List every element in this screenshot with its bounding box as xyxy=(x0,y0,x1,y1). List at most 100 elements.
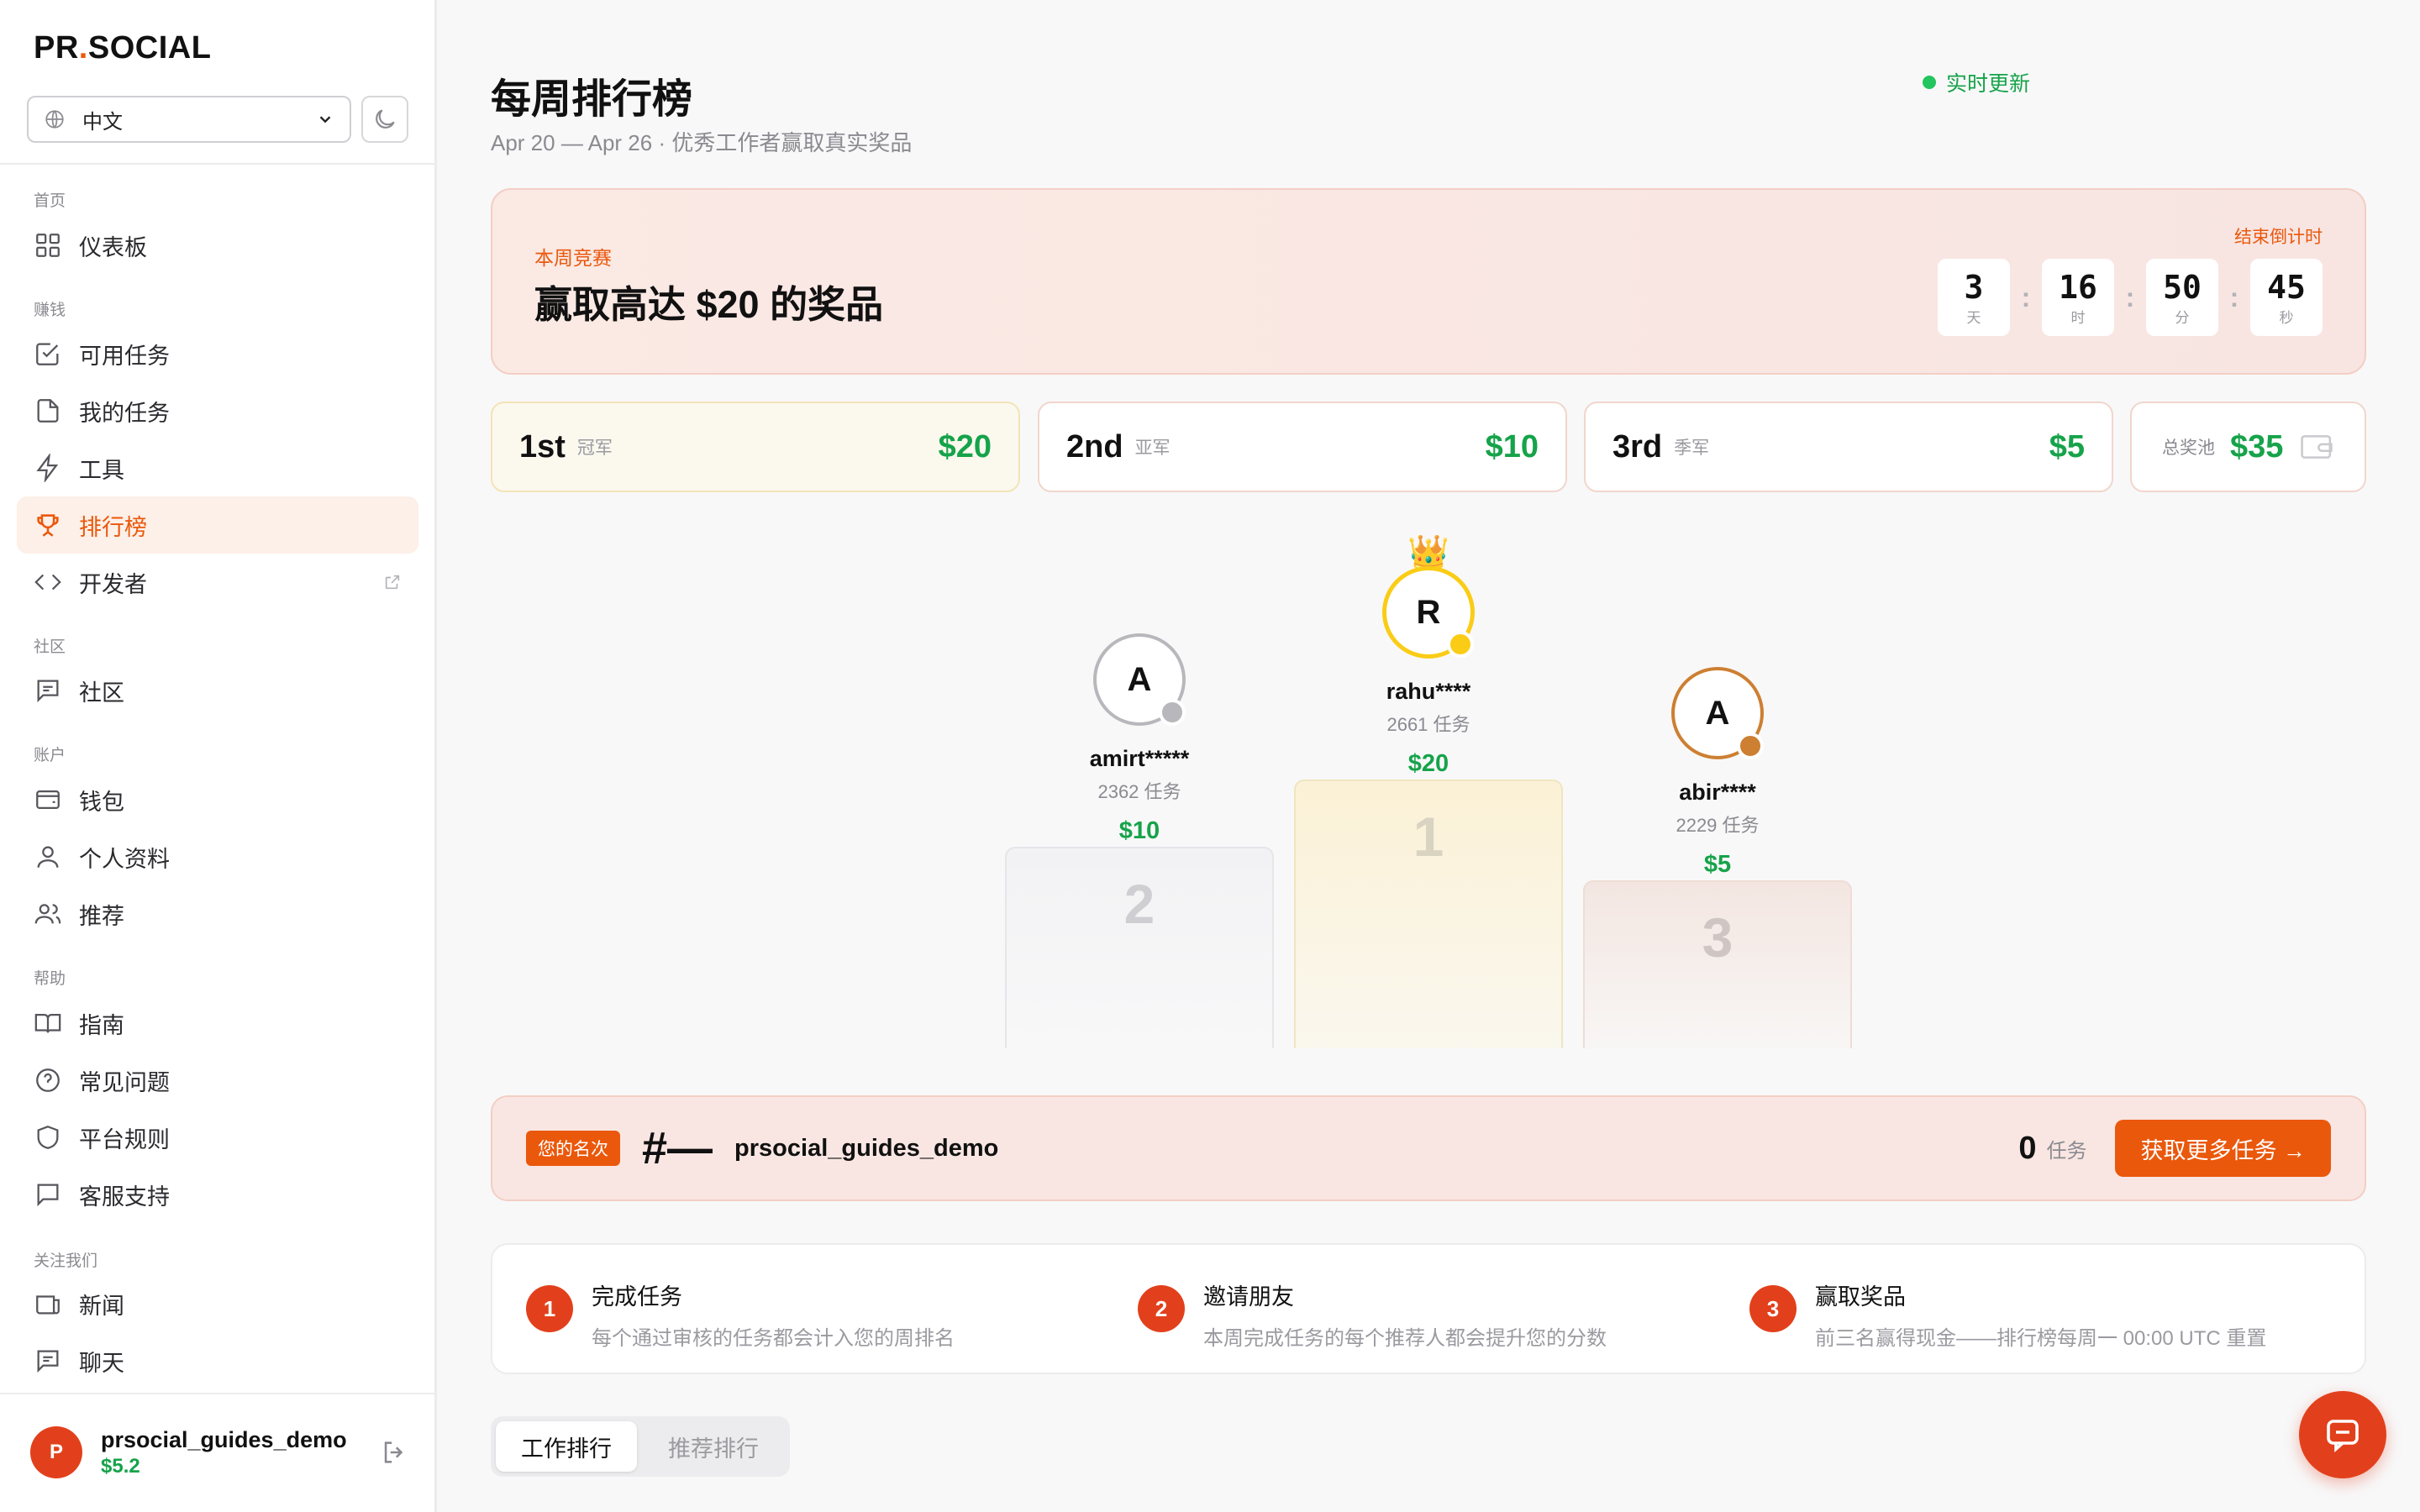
step-title: 邀请朋友 xyxy=(1203,1284,1294,1310)
sidebar-item-developer[interactable]: 开发者 xyxy=(17,554,418,611)
sidebar-item-label: 钱包 xyxy=(79,789,124,815)
live-indicator: 实时更新 xyxy=(1422,67,2030,97)
theme-toggle-button[interactable] xyxy=(361,96,408,143)
podium-tasks: 2362 任务 xyxy=(1097,781,1181,802)
podium-first-user[interactable]: R rahu**** 2661 任务 $20 xyxy=(1294,566,1563,778)
lightning-icon xyxy=(36,454,59,482)
message-square-icon xyxy=(37,680,59,703)
sidebar-item-guide[interactable]: 指南 xyxy=(17,995,418,1052)
podium-second-user[interactable]: A amirt***** 2362 任务 $10 xyxy=(1005,633,1274,845)
sidebar-item-faq[interactable]: 常见问题 xyxy=(17,1052,418,1109)
countdown: 3天 : 16 时 : 50 分 : 45 秒 xyxy=(1938,259,2323,336)
sidebar: PR.SOCIAL 中文 首页 仪表板 赚钱 可用任务 我的任务 工具 排行榜 … xyxy=(0,0,437,1512)
my-rank-tag: 您的名次 xyxy=(526,1131,620,1166)
sidebar-item-support[interactable]: 客服支持 xyxy=(17,1166,418,1223)
page-title: 每周排行榜 xyxy=(491,77,693,122)
book-open-icon xyxy=(34,1013,61,1033)
sidebar-item-my-tasks[interactable]: 我的任务 xyxy=(17,382,418,439)
sidebar-item-tools[interactable]: 工具 xyxy=(17,439,418,496)
logo[interactable]: PR.SOCIAL xyxy=(34,30,211,66)
podium-prize: $10 xyxy=(1118,817,1160,844)
language-select[interactable]: 中文 xyxy=(27,96,351,143)
wallet-icon xyxy=(2301,435,2333,459)
medal-icon xyxy=(1159,699,1186,726)
prize-card-second: 2nd 亚军 $10 xyxy=(1038,402,1567,492)
chat-bubble-icon xyxy=(2327,1420,2359,1452)
globe-icon xyxy=(45,110,64,129)
section-earn: 赚钱 xyxy=(34,302,66,319)
sidebar-item-referral[interactable]: 推荐 xyxy=(17,885,418,942)
chat-support-button[interactable] xyxy=(2299,1391,2386,1478)
sidebar-item-label: 客服支持 xyxy=(79,1184,170,1210)
step-number: 3 xyxy=(1749,1285,1797,1332)
contest-banner: 本周竞赛 赢取高达 $20 的奖品 结束倒计时 3天 : 16 时 : 50 分 :… xyxy=(491,188,2366,375)
user-icon xyxy=(37,846,59,868)
users-icon xyxy=(34,904,61,924)
divider xyxy=(0,163,434,165)
podium-third-user[interactable]: A abir**** 2229 任务 $5 xyxy=(1583,667,1852,879)
section-follow: 关注我们 xyxy=(34,1252,98,1270)
podium-name: amirt***** xyxy=(1089,746,1190,771)
section-home: 首页 xyxy=(34,192,66,210)
how-it-works: 1 完成任务 每个通过审核的任务都会计入您的周排名 2 邀请朋友 本周完成任务的每个… xyxy=(491,1243,2366,1374)
step-number: 2 xyxy=(1138,1285,1185,1332)
trophy-icon xyxy=(37,514,59,537)
tab-work-ranking[interactable]: 工作排行 xyxy=(496,1421,637,1472)
contest-headline: 赢取高达 $20 的奖品 xyxy=(534,283,884,326)
step-desc: 每个通过审核的任务都会计入您的周排名 xyxy=(592,1327,955,1350)
sidebar-item-label: 常见问题 xyxy=(79,1069,170,1095)
sidebar-item-rules[interactable]: 平台规则 xyxy=(17,1109,418,1166)
get-more-tasks-button[interactable]: 获取更多任务 → xyxy=(2115,1120,2331,1177)
countdown-label: 结束倒计时 xyxy=(2234,228,2323,247)
live-dot-icon xyxy=(1922,76,1936,89)
divider xyxy=(0,1393,434,1394)
podium-block-first: 1 xyxy=(1294,780,1563,1048)
code-icon xyxy=(34,574,61,591)
step-item: 1 完成任务 每个通过审核的任务都会计入您的周排名 xyxy=(526,1278,955,1351)
message-circle-icon xyxy=(37,1184,59,1207)
my-rank-position: #— xyxy=(642,1123,713,1173)
prize-card-third: 3rd 季军 $5 xyxy=(1584,402,2113,492)
my-task-unit: 任务 xyxy=(2046,1139,2087,1163)
podium-name: rahu**** xyxy=(1386,679,1471,704)
sidebar-item-available-tasks[interactable]: 可用任务 xyxy=(17,325,418,382)
sidebar-item-chat[interactable]: 聊天 xyxy=(17,1332,418,1389)
user-panel: P prsocial_guides_demo $5.2 xyxy=(30,1425,408,1479)
step-item: 3 赢取奖品 前三名赢得现金——排行榜每周一 00:00 UTC 重置 xyxy=(1749,1278,2266,1351)
countdown-minutes: 50 分 xyxy=(2146,259,2218,336)
sidebar-item-dashboard[interactable]: 仪表板 xyxy=(17,217,418,274)
avatar: R xyxy=(1382,566,1475,659)
step-desc: 前三名赢得现金——排行榜每周一 00:00 UTC 重置 xyxy=(1815,1327,2267,1350)
step-item: 2 邀请朋友 本周完成任务的每个推荐人都会提升您的分数 xyxy=(1138,1278,1607,1351)
sidebar-item-leaderboard[interactable]: 排行榜 xyxy=(17,496,418,554)
my-rank-username: prsocial_guides_demo xyxy=(734,1134,999,1162)
section-help: 帮助 xyxy=(34,970,66,988)
step-number: 1 xyxy=(526,1285,573,1332)
language-value: 中文 xyxy=(82,110,123,134)
countdown-days: 3天 xyxy=(1938,259,2010,336)
user-name: prsocial_guides_demo xyxy=(101,1426,347,1452)
countdown-seconds: 45 秒 xyxy=(2250,259,2323,336)
medal-icon xyxy=(1737,732,1764,759)
prize-pool-card: 总奖池 $35 xyxy=(2130,402,2366,492)
countdown-hours: 16 时 xyxy=(2042,259,2114,336)
ranking-tabs: 工作排行 推荐排行 xyxy=(491,1416,790,1477)
newspaper-icon xyxy=(36,1295,60,1315)
moon-icon xyxy=(376,109,395,129)
sidebar-item-news[interactable]: 新闻 xyxy=(17,1275,418,1332)
prize-card-first: 1st 冠军 $20 xyxy=(491,402,1020,492)
sidebar-item-profile[interactable]: 个人资料 xyxy=(17,828,418,885)
logout-icon[interactable] xyxy=(380,1438,408,1467)
sidebar-item-label: 社区 xyxy=(79,680,124,706)
avatar: A xyxy=(1093,633,1186,726)
sidebar-item-label: 平台规则 xyxy=(79,1126,170,1152)
sidebar-item-label: 可用任务 xyxy=(79,343,170,369)
checkbox-icon xyxy=(36,343,59,365)
tab-referral-ranking[interactable]: 推荐排行 xyxy=(642,1421,785,1472)
sidebar-item-wallet[interactable]: 钱包 xyxy=(17,771,418,828)
sidebar-item-label: 我的任务 xyxy=(79,400,170,426)
avatar: A xyxy=(1671,667,1764,759)
chat-icon xyxy=(37,1350,59,1373)
sidebar-item-community[interactable]: 社区 xyxy=(17,662,418,719)
avatar[interactable]: P xyxy=(30,1426,82,1478)
